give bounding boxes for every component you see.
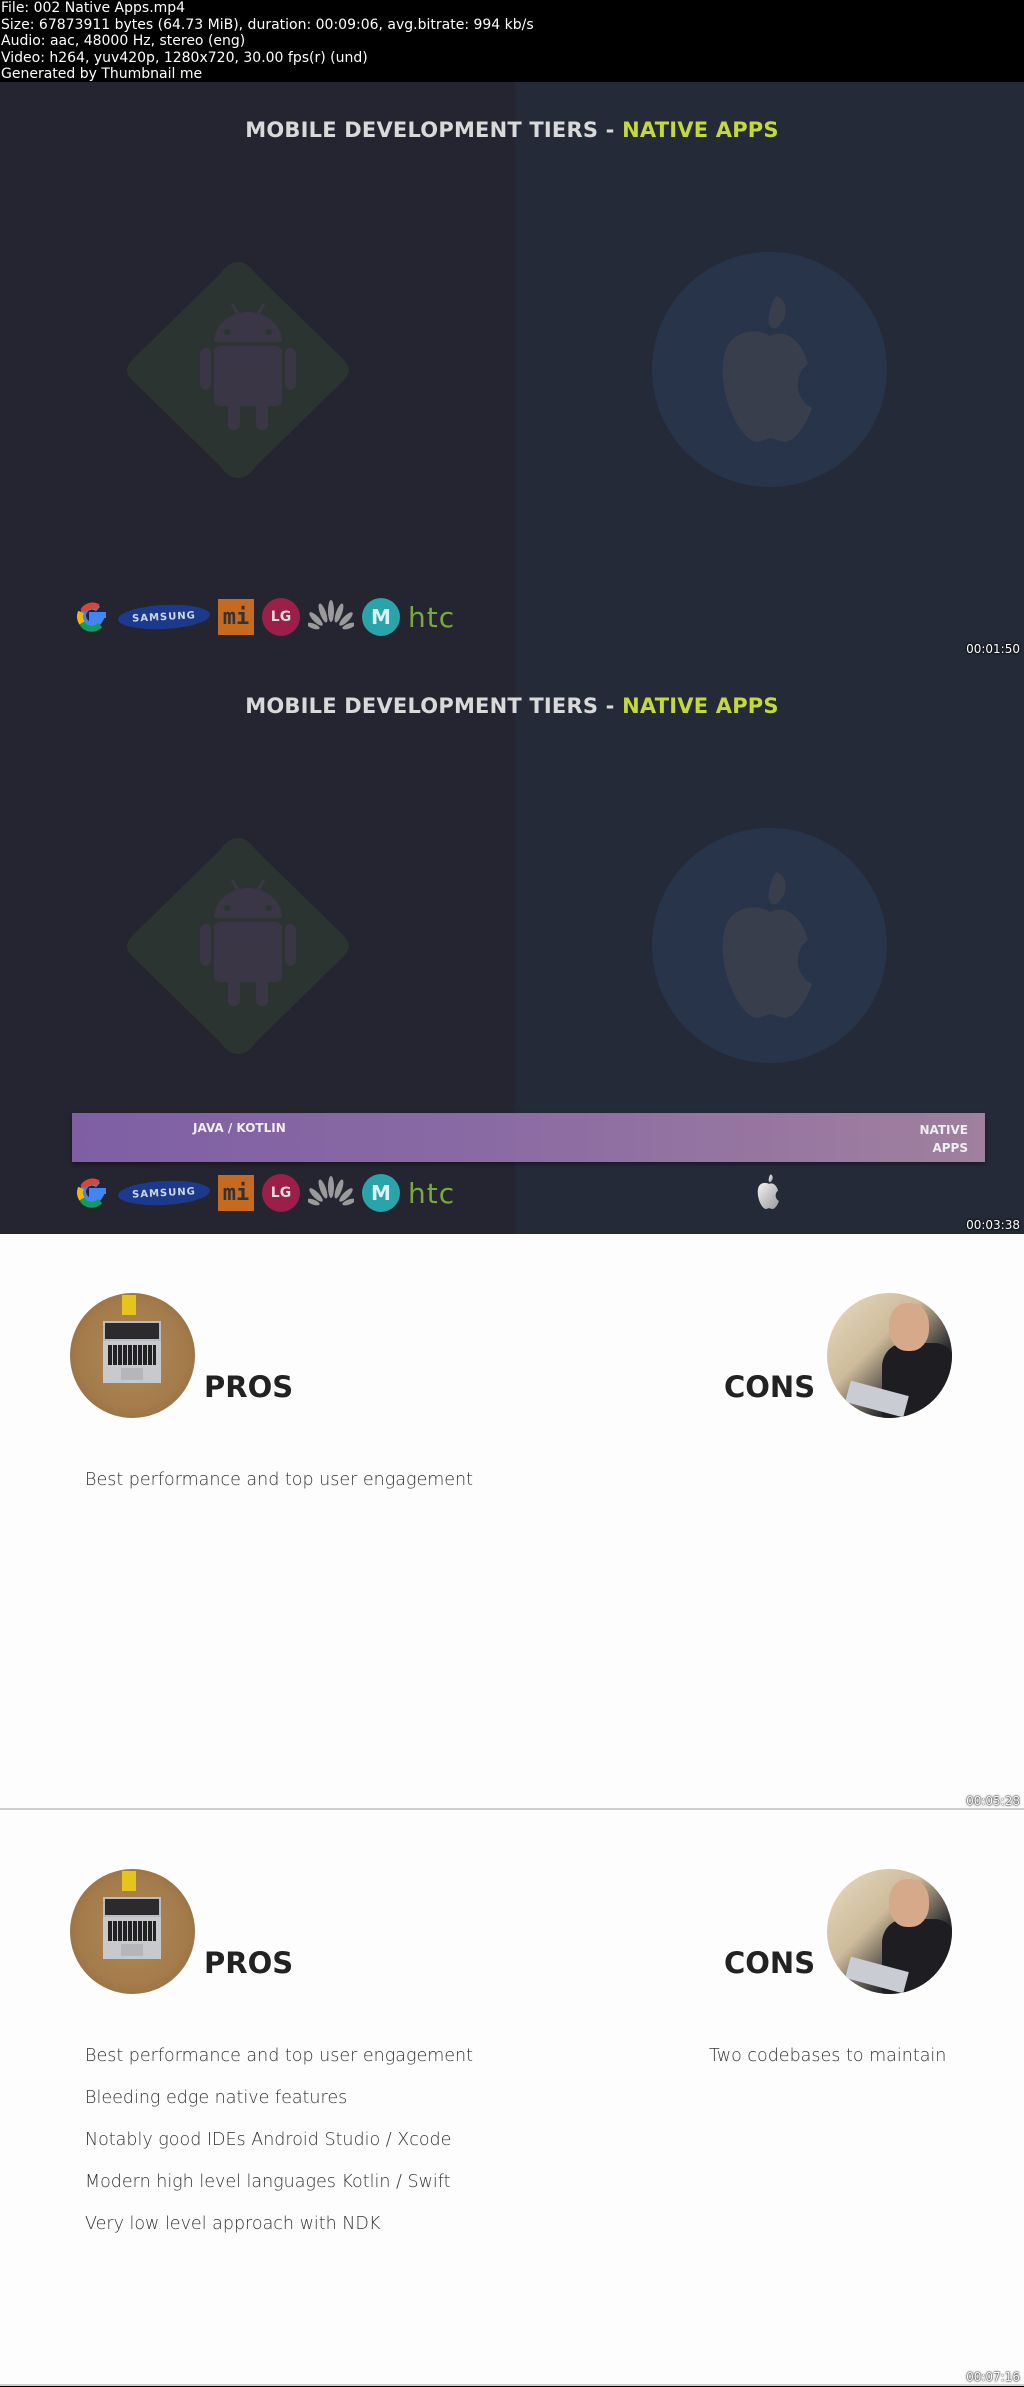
tier-label: NATIVE APPS [919,1123,968,1155]
motorola-logo-icon: M [362,598,400,636]
tool-decoration [122,1295,136,1315]
cons-image [827,1293,952,1418]
samsung-logo-icon: SAMSUNG [117,1178,211,1208]
slide-title: MOBILE DEVELOPMENT TIERS - NATIVE APPS [0,694,1024,718]
cons-heading: CONS [724,1370,816,1404]
slide-title: MOBILE DEVELOPMENT TIERS - NATIVE APPS [0,118,1024,142]
pros-image [70,1869,195,1994]
android-icon [127,262,349,478]
tool-decoration [122,1871,136,1891]
native-tier-bar: JAVA / KOTLIN NATIVE APPS [72,1113,985,1162]
file-info-header: File: 002 Native Apps.mp4 Size: 67873911… [0,0,1024,82]
person-head [889,1879,929,1927]
laptop-illustration [103,1897,161,1959]
pros-item: Best performance and top user engagement [85,1470,473,1490]
frame-divider [0,2384,1024,2386]
pros-item: Best performance and top user engagement [85,2046,473,2066]
file-info-line: Audio: aac, 48000 Hz, stereo (eng) [1,33,246,49]
htc-logo-icon: htc [408,600,456,634]
pros-image [70,1293,195,1418]
pros-heading: PROS [204,1370,294,1404]
title-accent: NATIVE APPS [622,118,779,142]
huawei-logo-icon [308,1176,354,1206]
android-oem-logos: SAMSUNG mi LG M htc [74,597,463,637]
htc-logo-icon: htc [408,1176,456,1210]
title-main: MOBILE DEVELOPMENT TIERS - [245,694,623,718]
cons-image [827,1869,952,1994]
android-icon [127,838,349,1054]
motorola-logo-icon: M [362,1174,400,1212]
timestamp: 00:03:38 [966,1218,1020,1232]
timestamp: 00:01:50 [966,642,1020,656]
pros-item: Very low level approach with NDK [85,2214,381,2234]
apple-logo-icon [757,1174,779,1210]
apple-badge [652,828,887,1063]
video-frame-4: PROS CONS Best performance and top user … [0,1810,1024,2386]
file-info-line: Size: 67873911 bytes (64.73 MiB), durati… [1,16,534,33]
pros-heading: PROS [204,1946,294,1980]
title-accent: NATIVE APPS [622,694,779,718]
xiaomi-logo-icon: mi [218,1175,254,1211]
samsung-logo-icon: SAMSUNG [117,602,211,632]
timestamp: 00:05:28 [966,1794,1020,1808]
cons-heading: CONS [724,1946,816,1980]
xiaomi-logo-icon: mi [218,599,254,635]
person-head [889,1303,929,1351]
lg-logo-icon: LG [262,598,300,636]
file-info-line: Generated by Thumbnail me [1,66,203,82]
lg-logo-icon: LG [262,1174,300,1212]
pros-item: Bleeding edge native features [85,2088,348,2108]
title-main: MOBILE DEVELOPMENT TIERS - [245,118,623,142]
video-frame-3: PROS CONS Best performance and top user … [0,1234,1024,1810]
apple-icon [722,872,812,1018]
android-language-label: JAVA / KOTLIN [193,1121,286,1135]
pros-item: Modern high level languages Kotlin / Swi… [85,2172,451,2192]
android-oem-logos: SAMSUNG mi LG M htc [74,1173,463,1213]
apple-badge [652,252,887,487]
video-frame-1: MOBILE DEVELOPMENT TIERS - NATIVE APPS S… [0,82,1024,658]
video-frame-2: MOBILE DEVELOPMENT TIERS - NATIVE APPS J… [0,658,1024,1234]
apple-icon [722,296,812,442]
file-info-line: File: 002 Native Apps.mp4 [1,0,186,16]
laptop-illustration [103,1321,161,1383]
google-logo-icon [76,602,106,632]
cons-item: Two codebases to maintain [709,2046,947,2066]
google-logo-icon [76,1178,106,1208]
huawei-logo-icon [308,600,354,630]
pros-item: Notably good IDEs Android Studio / Xcode [85,2130,452,2150]
timestamp: 00:07:16 [966,2370,1020,2384]
file-info-line: Video: h264, yuv420p, 1280x720, 30.00 fp… [1,49,368,66]
